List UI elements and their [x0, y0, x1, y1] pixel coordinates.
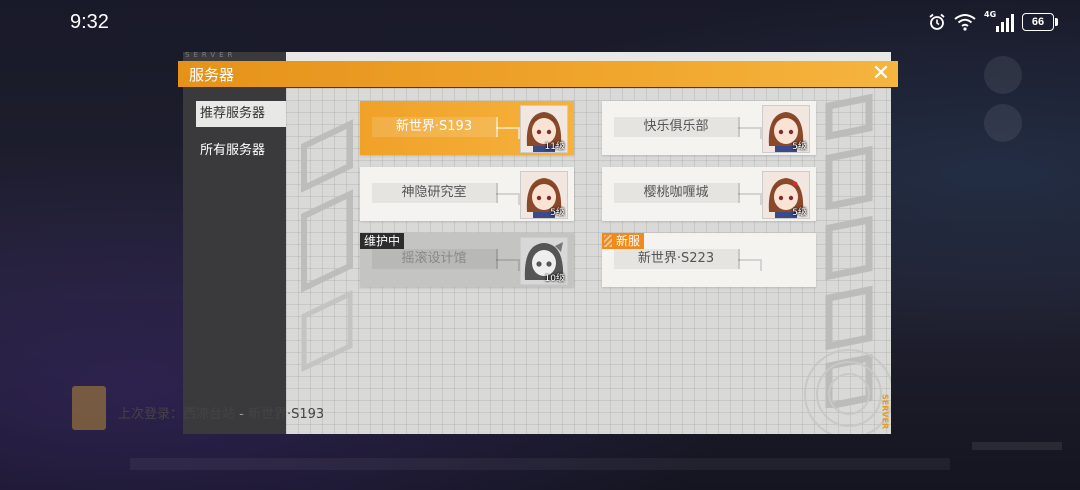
arrow-decoration [496, 127, 520, 139]
server-card-new-world-s223[interactable]: 新世界·S223 新服 [602, 233, 816, 287]
sidebar-item-recommended[interactable]: 推荐服务器 [196, 101, 286, 127]
server-name: 樱桃咖喱城 [614, 183, 740, 203]
brand-label: SERVER [185, 51, 237, 59]
dialog-title: 服务器 [189, 66, 235, 84]
last-login-separator: - [235, 407, 248, 422]
player-avatar: 11级 [520, 105, 568, 153]
close-button[interactable]: ✕ [869, 62, 893, 86]
server-name: 新世界·S223 [614, 249, 740, 269]
player-level: 5级 [792, 142, 807, 152]
last-login-prefix: 上次登录： [118, 407, 184, 422]
background-button-icon [984, 104, 1022, 142]
decorative-logo-shape [301, 119, 353, 372]
server-card-new-world-s193[interactable]: 新世界·S193 11级 [360, 101, 574, 155]
background-text-strip [130, 458, 950, 470]
decorative-dial [804, 349, 891, 434]
background-decoration [72, 386, 106, 430]
brand-vertical-label: SERVER [880, 394, 890, 430]
clock: 9:32 [70, 11, 109, 33]
server-name: 摇滚设计馆 [372, 249, 498, 269]
arrow-decoration [738, 259, 762, 271]
player-avatar: 5级 [762, 171, 810, 219]
server-card-happy-club[interactable]: 快乐俱乐部 5级 [602, 101, 816, 155]
network-type-label: 4G [984, 10, 997, 19]
player-level: 5级 [550, 208, 565, 218]
server-name: 新世界·S193 [372, 117, 498, 137]
background-text-strip [972, 442, 1062, 450]
server-card-cherry-curry-city[interactable]: 樱桃咖喱城 5级 [602, 167, 816, 221]
player-avatar: 5级 [762, 105, 810, 153]
status-icons: 4G 66 [928, 10, 1058, 32]
last-login-server: 新世界·S193 [248, 407, 325, 422]
arrow-decoration [738, 127, 762, 139]
maintenance-badge: 维护中 [360, 233, 405, 249]
dialog-titlebar: 服务器 ✕ [178, 61, 898, 87]
last-login-area: 西凉台站 [183, 407, 236, 422]
server-card-shenyin-lab[interactable]: 神隐研究室 5级 [360, 167, 574, 221]
wifi-icon [954, 14, 976, 31]
cellular-signal-icon: 4G [984, 10, 1014, 32]
arrow-decoration [496, 193, 520, 205]
status-bar: 9:32 4G 66 [0, 0, 1080, 46]
new-server-badge: 新服 [602, 233, 645, 249]
server-category-sidebar: 推荐服务器 所有服务器 [183, 88, 286, 434]
background-button-icon [984, 56, 1022, 94]
player-avatar: 10级 [520, 237, 568, 285]
battery-icon: 66 [1022, 13, 1058, 31]
server-card-rock-design-hall[interactable]: 摇滚设计馆 10级 维护中 [360, 233, 574, 287]
last-login-info: 上次登录：西凉台站 - 新世界·S193 [118, 403, 324, 422]
arrow-decoration [496, 259, 520, 271]
player-level: 5级 [792, 208, 807, 218]
server-name: 神隐研究室 [372, 183, 498, 203]
player-level: 11级 [544, 142, 565, 152]
player-avatar: 5级 [520, 171, 568, 219]
arrow-decoration [738, 193, 762, 205]
sidebar-item-all-servers[interactable]: 所有服务器 [196, 138, 286, 164]
player-level: 10级 [544, 274, 565, 284]
alarm-icon [929, 13, 945, 30]
server-name: 快乐俱乐部 [614, 117, 740, 137]
